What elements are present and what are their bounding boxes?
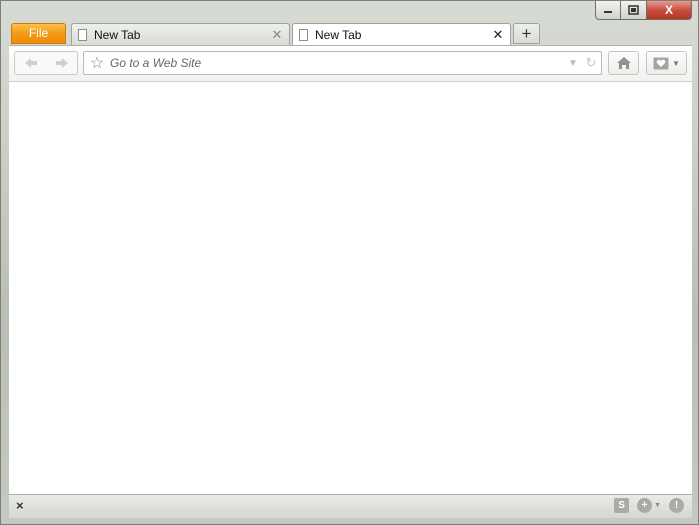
refresh-icon[interactable]: ↻	[581, 55, 601, 71]
chevron-down-icon: ▼	[672, 58, 680, 68]
browser-window: X File New Tab ✕ New Tab ✕ + ☆ ▼ ↻	[0, 0, 699, 525]
page-icon	[78, 28, 87, 41]
address-bar: ☆ ▼ ↻	[83, 51, 602, 75]
close-icon: X	[664, 3, 673, 17]
page-content-area[interactable]	[9, 81, 692, 494]
home-button[interactable]	[608, 51, 639, 75]
address-input[interactable]	[108, 56, 565, 70]
maximize-button[interactable]	[621, 1, 647, 20]
dropdown-arrow-icon[interactable]: ▼	[565, 58, 581, 69]
back-button[interactable]	[15, 52, 46, 74]
home-icon	[616, 57, 631, 69]
status-icons: S + ▼ !	[614, 498, 684, 513]
favorites-menu-icon	[653, 57, 669, 69]
navigation-toolbar: ☆ ▼ ↻ ▼	[9, 45, 692, 81]
skype-icon[interactable]: S	[614, 498, 630, 513]
tab-new-tab-2[interactable]: New Tab ✕	[292, 23, 511, 46]
back-forward-group	[14, 51, 78, 75]
close-window-button[interactable]: X	[647, 1, 692, 20]
tab-close-icon[interactable]: ✕	[269, 27, 285, 43]
forward-arrow-icon	[55, 58, 68, 68]
minimize-button[interactable]	[595, 1, 621, 20]
favorites-menu-button[interactable]: ▼	[646, 51, 687, 75]
new-tab-button[interactable]: +	[513, 23, 540, 44]
close-status-bar-icon[interactable]: ×	[16, 498, 24, 513]
bookmark-star-icon[interactable]: ☆	[86, 53, 108, 73]
minimize-icon	[604, 11, 612, 13]
add-on-icon[interactable]: +	[637, 498, 653, 513]
tab-close-icon[interactable]: ✕	[490, 27, 506, 43]
alert-icon[interactable]: !	[669, 498, 684, 513]
page-icon	[299, 29, 308, 41]
chevron-down-icon[interactable]: ▼	[654, 502, 661, 509]
file-menu-button[interactable]: File	[11, 23, 66, 44]
back-arrow-icon	[24, 58, 37, 68]
forward-button[interactable]	[46, 52, 77, 74]
maximize-icon	[628, 5, 639, 15]
status-bar: × S + ▼ !	[9, 494, 692, 518]
window-controls: X	[595, 1, 692, 20]
tab-new-tab-1[interactable]: New Tab ✕	[71, 23, 290, 45]
tab-label: New Tab	[94, 27, 141, 42]
tab-label: New Tab	[315, 28, 362, 42]
